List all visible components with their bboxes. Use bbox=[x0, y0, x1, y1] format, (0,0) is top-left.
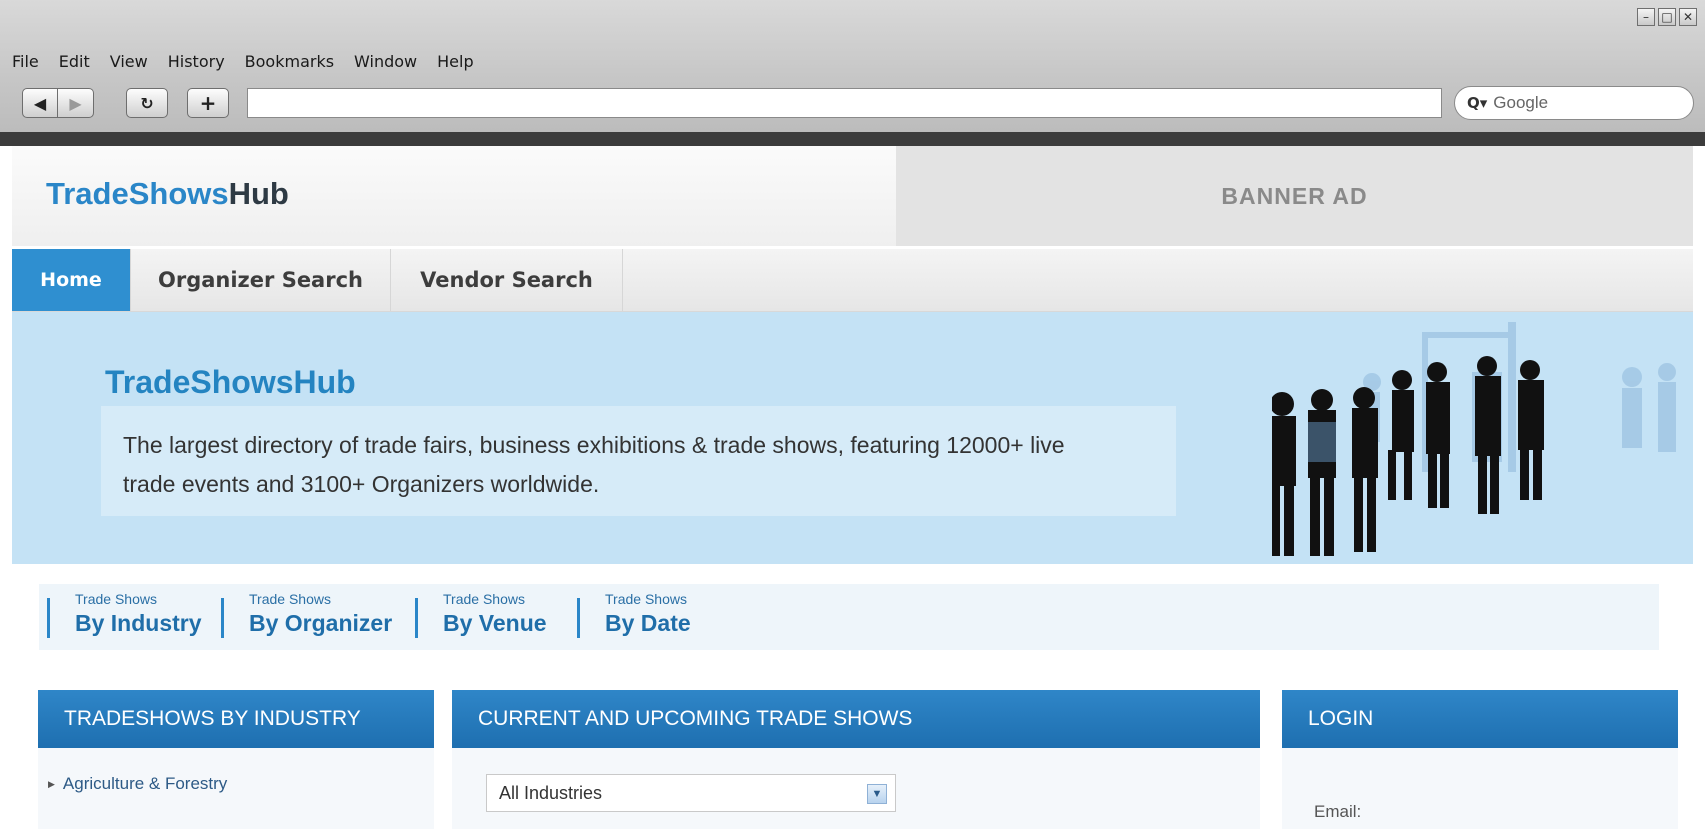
nav-organizer-search[interactable]: Organizer Search bbox=[131, 249, 391, 311]
hero-title: TradeShowsHub bbox=[105, 364, 356, 400]
plus-icon: + bbox=[199, 91, 217, 115]
people-silhouette-illustration bbox=[1272, 322, 1676, 556]
menu-bar: File Edit View History Bookmarks Window … bbox=[12, 52, 474, 71]
browse-by-label: Trade Shows bbox=[443, 591, 525, 607]
browser-toolbar: ◀ ▶ ↻ + Q▾ Google bbox=[22, 86, 1694, 122]
site-logo[interactable]: TradeShowsHub bbox=[46, 176, 289, 212]
tab-divider bbox=[415, 598, 418, 638]
tab-divider bbox=[47, 598, 50, 638]
chevron-down-icon[interactable]: ▼ bbox=[867, 784, 887, 804]
menu-bookmarks[interactable]: Bookmarks bbox=[245, 52, 334, 71]
hero-description: The largest directory of trade fairs, bu… bbox=[123, 432, 1065, 497]
new-tab-button[interactable]: + bbox=[187, 88, 229, 118]
industry-list: ▶ Agriculture & Forestry bbox=[48, 774, 227, 794]
reload-button[interactable]: ↻ bbox=[126, 88, 168, 118]
menu-edit[interactable]: Edit bbox=[59, 52, 90, 71]
forward-button[interactable]: ▶ bbox=[58, 88, 94, 118]
back-button[interactable]: ◀ bbox=[22, 88, 58, 118]
email-label: Email: bbox=[1314, 802, 1362, 821]
current-shows-panel-header: CURRENT AND UPCOMING TRADE SHOWS bbox=[452, 690, 1260, 748]
toolbar-divider bbox=[0, 132, 1705, 146]
menu-window[interactable]: Window bbox=[354, 52, 417, 71]
browse-by-bar: Trade Shows By Industry Trade Shows By O… bbox=[39, 584, 1659, 650]
nav-vendor-search[interactable]: Vendor Search bbox=[391, 249, 623, 311]
browse-by-label: Trade Shows bbox=[249, 591, 331, 607]
login-panel-header: LOGIN bbox=[1282, 690, 1678, 748]
reload-icon: ↻ bbox=[140, 93, 154, 113]
industry-panel-header: TRADESHOWS BY INDUSTRY bbox=[38, 690, 434, 748]
menu-file[interactable]: File bbox=[12, 52, 39, 71]
menu-history[interactable]: History bbox=[168, 52, 225, 71]
close-icon[interactable]: ✕ bbox=[1679, 8, 1697, 26]
industry-select[interactable]: All Industries ▼ bbox=[486, 774, 896, 812]
menu-view[interactable]: View bbox=[110, 52, 148, 71]
banner-ad[interactable]: BANNER AD bbox=[896, 146, 1693, 246]
menu-help[interactable]: Help bbox=[437, 52, 473, 71]
industry-link: Agriculture & Forestry bbox=[62, 774, 228, 793]
maximize-icon[interactable]: □ bbox=[1658, 8, 1676, 26]
browse-by-label: Trade Shows bbox=[605, 591, 687, 607]
search-field[interactable]: Q▾ Google bbox=[1454, 86, 1694, 120]
main-nav: Home Organizer Search Vendor Search bbox=[12, 249, 1693, 312]
back-arrow-icon: ◀ bbox=[33, 93, 47, 113]
browse-by-label: Trade Shows bbox=[75, 591, 157, 607]
nav-home[interactable]: Home bbox=[12, 249, 131, 311]
forward-arrow-icon: ▶ bbox=[69, 93, 82, 113]
search-icon: Q▾ bbox=[1467, 94, 1488, 112]
hero-section: TradeShowsHub The largest directory of t… bbox=[12, 312, 1693, 564]
web-page: TradeShowsHub BANNER AD Home Organizer S… bbox=[12, 146, 1693, 829]
industry-select-value: All Industries bbox=[499, 782, 603, 803]
logo-text-secondary: Hub bbox=[228, 176, 289, 211]
tab-divider bbox=[577, 598, 580, 638]
browse-by-title: By Date bbox=[605, 610, 691, 636]
search-placeholder: Google bbox=[1493, 93, 1549, 112]
browse-by-title: By Venue bbox=[443, 610, 547, 636]
list-item[interactable]: ▶ Agriculture & Forestry bbox=[48, 774, 227, 794]
history-nav: ◀ ▶ bbox=[22, 88, 94, 118]
tab-divider bbox=[221, 598, 224, 638]
browser-titlebar: – □ ✕ File Edit View History Bookmarks W… bbox=[0, 0, 1705, 133]
browse-by-title: By Organizer bbox=[249, 610, 393, 636]
address-bar[interactable] bbox=[247, 88, 1442, 118]
browser-window: – □ ✕ File Edit View History Bookmarks W… bbox=[0, 0, 1705, 829]
bullet-arrow-icon: ▶ bbox=[48, 778, 55, 789]
browse-by-title: By Industry bbox=[75, 610, 202, 636]
minimize-icon[interactable]: – bbox=[1637, 8, 1655, 26]
logo-text-primary: TradeShows bbox=[46, 176, 229, 211]
window-controls: – □ ✕ bbox=[1637, 8, 1697, 26]
